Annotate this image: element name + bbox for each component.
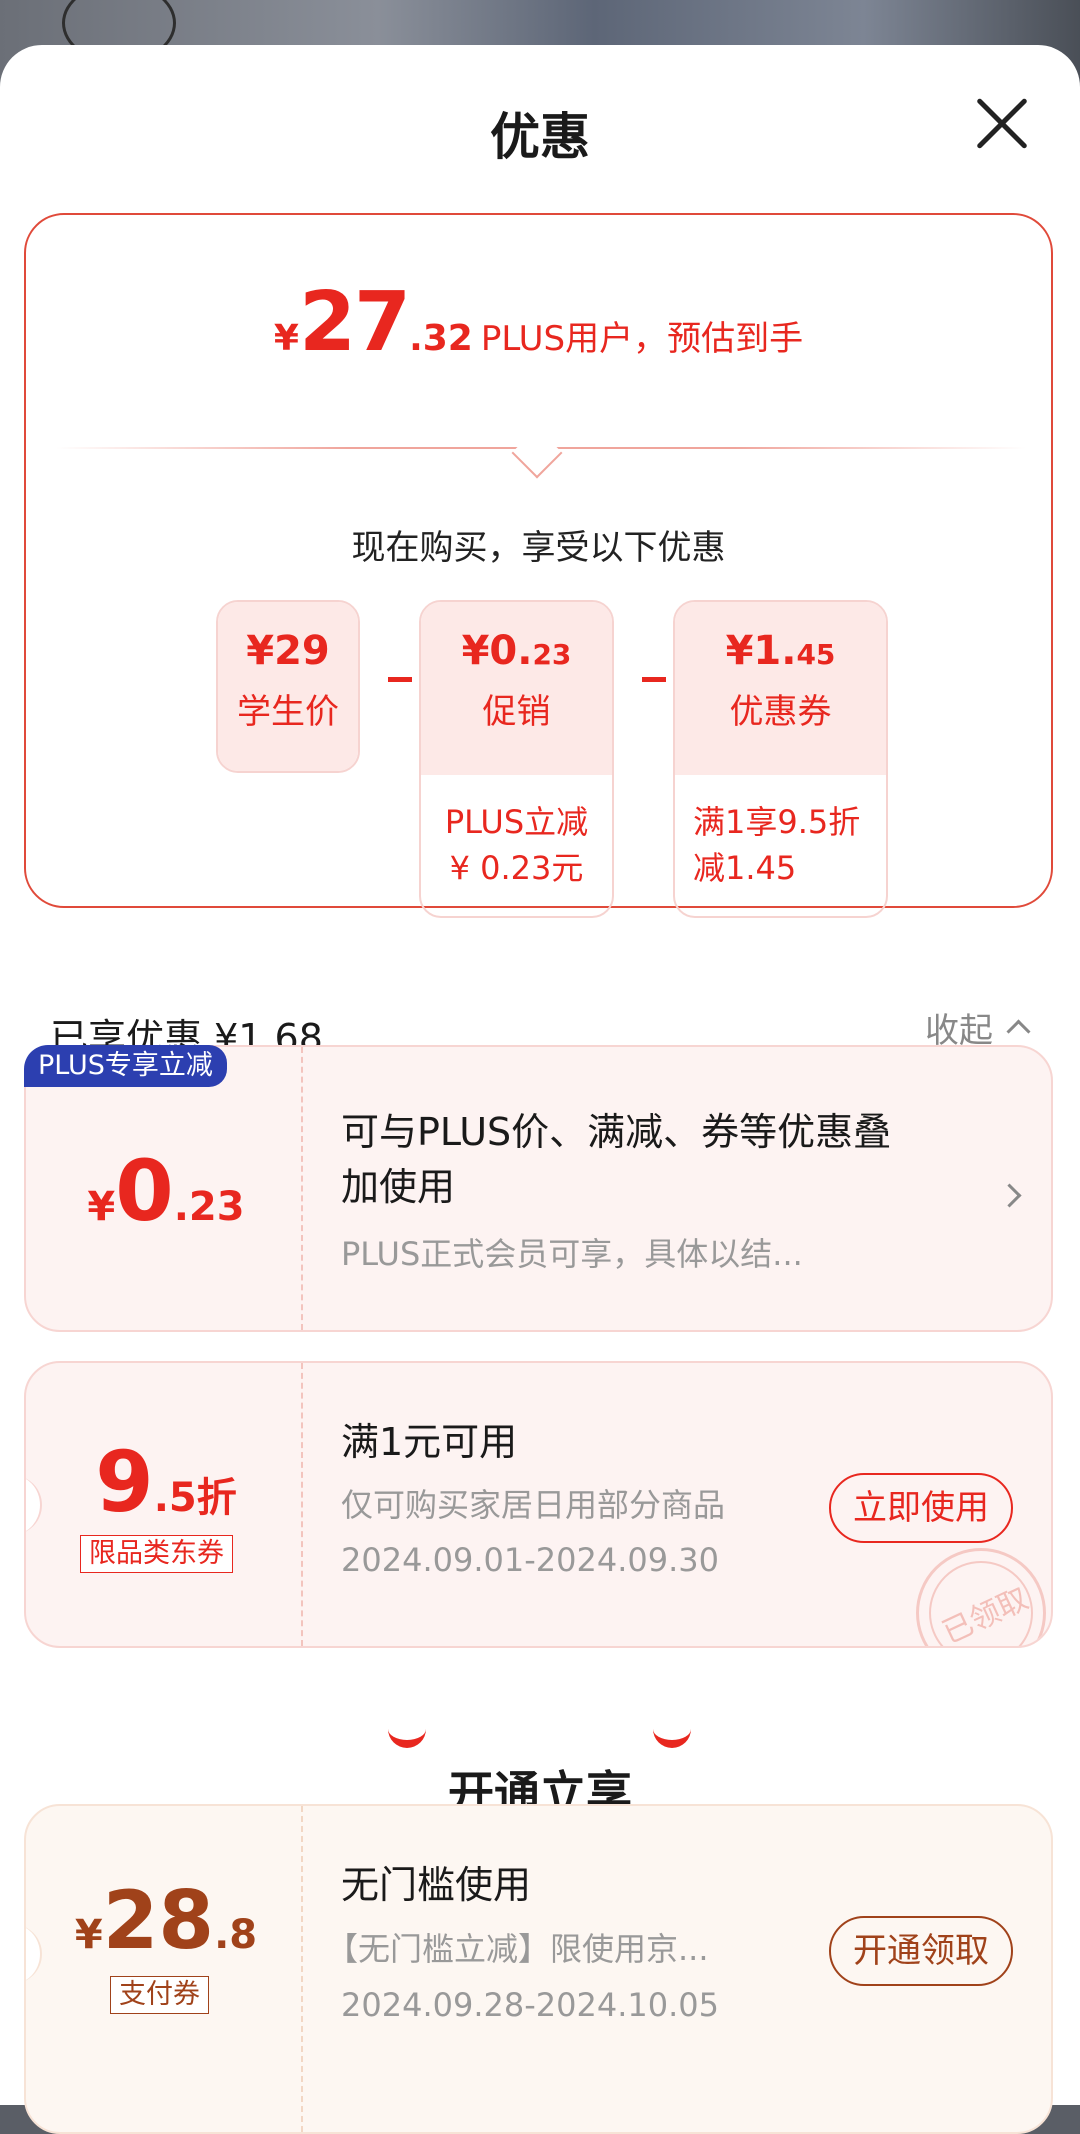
coupon-category-card: 9.5折 限品类东券 满1元可用 仅可购买家居日用部分商品 2024.09.01…	[24, 1361, 1053, 1648]
coupon-date: 2024.09.28-2024.10.05	[341, 1986, 719, 2024]
calc-detail: 满1享9.5折 减1.45	[675, 775, 886, 891]
coupon-date: 2024.09.01-2024.09.30	[341, 1541, 719, 1579]
calc-detail: PLUS立减 ¥ 0.23元	[421, 775, 612, 891]
summary-subtitle: 现在购买，享受以下优惠	[351, 528, 726, 568]
use-now-button[interactable]: 立即使用	[829, 1473, 1013, 1543]
coupon-title: 无门槛使用	[341, 1863, 532, 1907]
coupon-notch	[26, 1475, 42, 1535]
coupon-separator	[301, 1363, 303, 1646]
coupon-plus-card[interactable]: PLUS专享立减 ¥0.23 可与PLUS价、满减、券等优惠叠加使用 PLUS正…	[24, 1045, 1053, 1332]
minus-sign	[642, 677, 666, 682]
coupon-desc: 仅可购买家居日用部分商品	[341, 1486, 726, 1524]
coupon-payment-card: ¥28.8 支付券 无门槛使用 【无门槛立减】限使用京... 2024.09.2…	[24, 1804, 1053, 2134]
discount-sheet: 优惠 ¥27.32 PLUS用户，预估到手 现在购买，享受以下优惠 ¥29 学生价…	[0, 45, 1080, 2134]
coupon-title: 满1元可用	[341, 1420, 518, 1464]
coupon-desc: 【无门槛立减】限使用京...	[326, 1930, 709, 1968]
divider-notch	[511, 427, 563, 479]
coupon-amount: ¥0.23	[87, 1142, 245, 1240]
chevron-right-icon[interactable]	[997, 1183, 1022, 1208]
claimed-stamp: 已领取	[916, 1548, 1046, 1646]
estimated-price: ¥27.32 PLUS用户，预估到手	[26, 275, 1051, 370]
decor-icon	[388, 1728, 426, 1748]
price-summary-box: ¥27.32 PLUS用户，预估到手 现在购买，享受以下优惠 ¥29 学生价 ¥0…	[24, 213, 1053, 918]
calc-item-coupon: ¥1.45 优惠券 满1享9.5折 减1.45	[673, 600, 888, 918]
calc-value: ¥1.45	[725, 628, 836, 674]
calc-item-promotion: ¥0.23 促销 PLUS立减 ¥ 0.23元	[419, 600, 614, 918]
calc-label: 促销	[482, 692, 551, 732]
calc-value: ¥29	[246, 628, 330, 674]
coupon-badge: 限品类东券	[80, 1535, 233, 1573]
price-integer: 27	[298, 275, 411, 370]
sheet-title: 优惠	[490, 108, 590, 166]
price-decimal: .32	[409, 318, 473, 359]
open-claim-button[interactable]: 开通领取	[829, 1916, 1013, 1986]
plus-tag: PLUS专享立减	[24, 1045, 227, 1087]
decor-icon	[653, 1728, 691, 1748]
chevron-up-icon[interactable]	[1006, 1019, 1031, 1044]
coupon-badge: 支付券	[110, 1976, 209, 2014]
coupon-notch	[26, 1924, 42, 1984]
close-icon[interactable]	[974, 95, 1030, 151]
calc-label: 优惠券	[729, 692, 832, 732]
calc-value: ¥0.23	[461, 628, 572, 674]
calc-label: 学生价	[237, 692, 339, 732]
coupon-amount: ¥28.8	[74, 1874, 258, 1967]
coupon-title: 可与PLUS价、满减、券等优惠叠加使用	[341, 1110, 892, 1209]
coupon-desc: PLUS正式会员可享，具体以结...	[341, 1235, 803, 1273]
coupon-amount: 9.5折	[95, 1433, 237, 1531]
minus-sign	[388, 677, 412, 682]
coupon-separator	[301, 1806, 303, 2132]
price-note: PLUS用户，预估到手	[480, 319, 804, 359]
calc-item-student-price: ¥29 学生价	[216, 600, 360, 773]
currency-symbol: ¥	[273, 318, 299, 359]
coupon-separator	[301, 1047, 303, 1330]
